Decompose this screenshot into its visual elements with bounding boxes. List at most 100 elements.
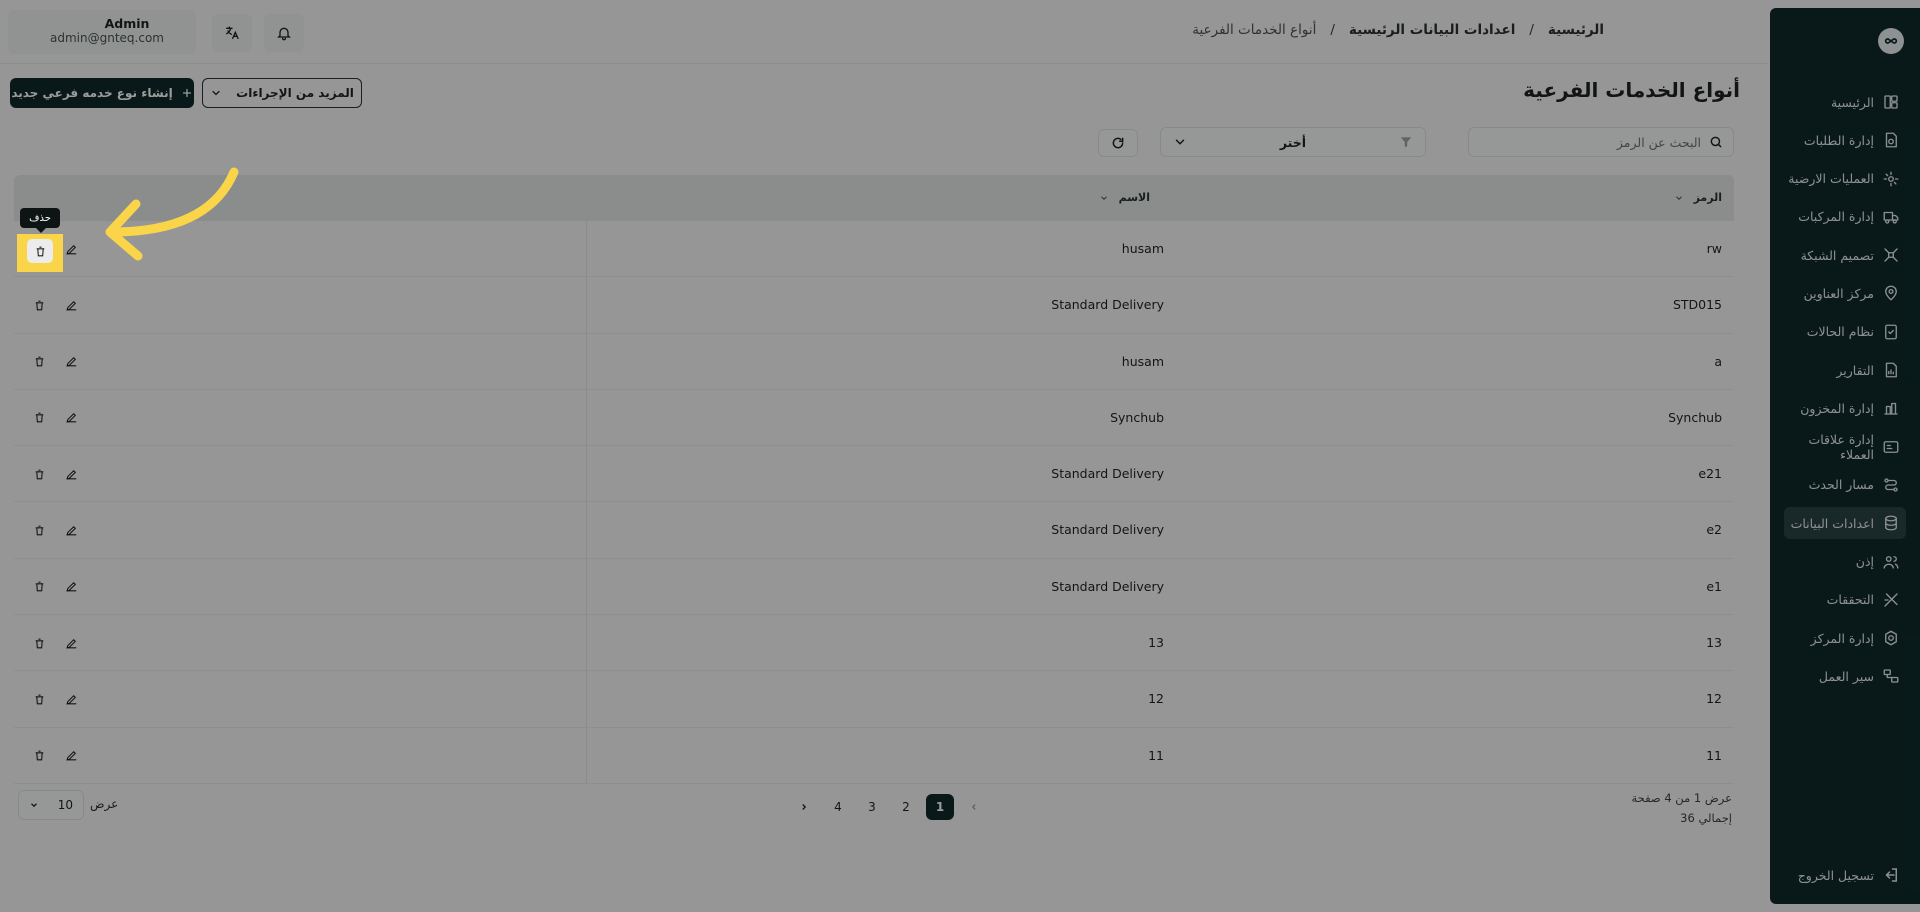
edit-button[interactable] bbox=[58, 575, 84, 599]
table-row: 11 11 bbox=[14, 727, 1734, 784]
breadcrumb-separator: / bbox=[1529, 22, 1534, 38]
sidebar-item-15[interactable]: سير العمل bbox=[1784, 660, 1906, 692]
user-name: Admin bbox=[104, 16, 150, 31]
users-icon bbox=[1882, 553, 1900, 571]
breadcrumb-master-data[interactable]: اعدادات البيانات الرئيسية bbox=[1349, 22, 1515, 38]
edit-button[interactable] bbox=[58, 518, 84, 542]
crm-icon bbox=[1882, 438, 1900, 456]
sidebar-item-8[interactable]: إدارة المخزون bbox=[1784, 392, 1906, 424]
page-2-button[interactable]: 2 bbox=[892, 794, 920, 820]
sidebar-nav: الرئيسية إدارة الطلبات العمليات الارضية إدا… bbox=[1770, 86, 1920, 699]
edit-button[interactable] bbox=[58, 687, 84, 711]
user-email: admin@gnteq.com bbox=[50, 31, 164, 45]
sidebar-item-12[interactable]: إذن bbox=[1784, 546, 1906, 578]
highlighted-delete-button[interactable] bbox=[17, 234, 63, 272]
page-3-button[interactable]: 3 bbox=[858, 794, 886, 820]
page-1-button[interactable]: 1 bbox=[926, 794, 954, 820]
reports-icon bbox=[1882, 361, 1900, 379]
plus-icon bbox=[181, 87, 193, 99]
filter-select[interactable]: أختر bbox=[1160, 127, 1426, 157]
page-4-button[interactable]: 4 bbox=[824, 794, 852, 820]
sidebar-item-label: إدارة المركز bbox=[1810, 630, 1874, 646]
sidebar-item-5[interactable]: مركز العناوين bbox=[1784, 277, 1906, 309]
edit-button[interactable] bbox=[58, 744, 84, 768]
next-page-button[interactable] bbox=[790, 794, 818, 820]
edit-button[interactable] bbox=[58, 293, 84, 317]
notifications-button[interactable] bbox=[264, 14, 304, 52]
delete-button[interactable] bbox=[26, 406, 52, 430]
table-row: 13 13 bbox=[14, 615, 1734, 672]
refresh-button[interactable] bbox=[1098, 129, 1138, 157]
sidebar: الرئيسية إدارة الطلبات العمليات الارضية إدا… bbox=[1770, 8, 1920, 904]
cell-code: e21 bbox=[1698, 466, 1722, 482]
more-actions-label: المزيد من الإجراءات bbox=[236, 86, 354, 100]
cell-name: 13 bbox=[1148, 635, 1164, 651]
sidebar-item-9[interactable]: إدارة علاقات العملاء bbox=[1784, 431, 1906, 463]
sidebar-item-3[interactable]: إدارة المركبات bbox=[1784, 201, 1906, 233]
sidebar-item-6[interactable]: نظام الحالات bbox=[1784, 316, 1906, 348]
user-profile[interactable]: Admin admin@gnteq.com bbox=[8, 10, 196, 54]
column-divider bbox=[586, 389, 587, 446]
sidebar-item-label: إدارة المخزون bbox=[1800, 400, 1874, 416]
sidebar-item-4[interactable]: تصميم الشبكة bbox=[1784, 239, 1906, 271]
column-header-code[interactable]: الرمز bbox=[1674, 191, 1722, 204]
delete-button[interactable] bbox=[26, 631, 52, 655]
delete-button[interactable] bbox=[26, 293, 52, 317]
sort-chevron-icon bbox=[1099, 193, 1109, 203]
edit-button[interactable] bbox=[58, 631, 84, 655]
delete-button[interactable] bbox=[26, 575, 52, 599]
rows-per-page-label: عرض bbox=[90, 797, 119, 811]
sidebar-item-14[interactable]: إدارة المركز bbox=[1784, 622, 1906, 654]
rows-per-page-select[interactable]: 10 bbox=[18, 790, 84, 820]
delete-button[interactable] bbox=[26, 687, 52, 711]
sidebar-item-2[interactable]: العمليات الارضية bbox=[1784, 163, 1906, 195]
column-divider bbox=[586, 615, 587, 671]
sidebar-item-1[interactable]: إدارة الطلبات bbox=[1784, 124, 1906, 156]
logout-button[interactable]: تسجيل الخروج bbox=[1798, 866, 1906, 884]
edit-button[interactable] bbox=[58, 462, 84, 486]
search-placeholder: البحث عن الرمز bbox=[1616, 134, 1701, 150]
create-subservice-button[interactable]: إنشاء نوع خدمه فرعي جديد bbox=[10, 78, 194, 108]
page-title: أنواع الخدمات الفرعية bbox=[1523, 78, 1740, 102]
language-button[interactable] bbox=[212, 14, 252, 52]
rows-per-page-value: 10 bbox=[57, 798, 73, 812]
page-info-text: عرض 1 من 4 صفحة bbox=[1631, 791, 1733, 805]
delete-button[interactable] bbox=[26, 518, 52, 542]
cell-name: 11 bbox=[1148, 747, 1164, 763]
delete-button[interactable] bbox=[26, 744, 52, 768]
filter-icon bbox=[1399, 135, 1413, 149]
sidebar-item-7[interactable]: التقارير bbox=[1784, 354, 1906, 386]
address-pin-icon bbox=[1882, 284, 1900, 302]
sidebar-item-label: مركز العناوين bbox=[1803, 285, 1874, 301]
app-logo[interactable] bbox=[1878, 28, 1904, 54]
trash-icon bbox=[33, 355, 46, 368]
cell-code: rw bbox=[1706, 241, 1722, 256]
delete-button[interactable] bbox=[26, 462, 52, 486]
sidebar-item-10[interactable]: مسار الحدث bbox=[1784, 469, 1906, 501]
search-input[interactable]: البحث عن الرمز bbox=[1468, 127, 1734, 157]
sidebar-item-0[interactable]: الرئيسية bbox=[1784, 86, 1906, 118]
trash-icon bbox=[33, 468, 46, 481]
sidebar-item-label: نظام الحالات bbox=[1806, 324, 1874, 340]
cell-name: 12 bbox=[1148, 691, 1164, 707]
sidebar-item-13[interactable]: التحققات bbox=[1784, 584, 1906, 616]
translate-icon bbox=[224, 25, 240, 41]
edit-button[interactable] bbox=[58, 406, 84, 430]
cell-code: e1 bbox=[1706, 578, 1722, 594]
sidebar-item-11[interactable]: اعدادات البيانات bbox=[1784, 507, 1906, 540]
cell-code: 12 bbox=[1706, 691, 1722, 707]
status-icon bbox=[1882, 323, 1900, 341]
delete-button[interactable] bbox=[26, 350, 52, 374]
table-row: Synchub Synchub bbox=[14, 389, 1734, 447]
edit-button[interactable] bbox=[58, 350, 84, 374]
trash-icon bbox=[33, 749, 46, 762]
sort-chevron-icon bbox=[1674, 193, 1684, 203]
column-header-name[interactable]: الاسم bbox=[1099, 191, 1150, 204]
chevron-right-icon bbox=[799, 802, 809, 812]
center-gear-icon bbox=[1882, 629, 1900, 647]
table-row: STD015 Standard Delivery bbox=[14, 277, 1734, 334]
database-icon bbox=[1882, 514, 1900, 532]
prev-page-button[interactable] bbox=[960, 794, 988, 820]
breadcrumb-home[interactable]: الرئيسية bbox=[1548, 22, 1604, 38]
more-actions-button[interactable]: المزيد من الإجراءات bbox=[202, 78, 362, 108]
